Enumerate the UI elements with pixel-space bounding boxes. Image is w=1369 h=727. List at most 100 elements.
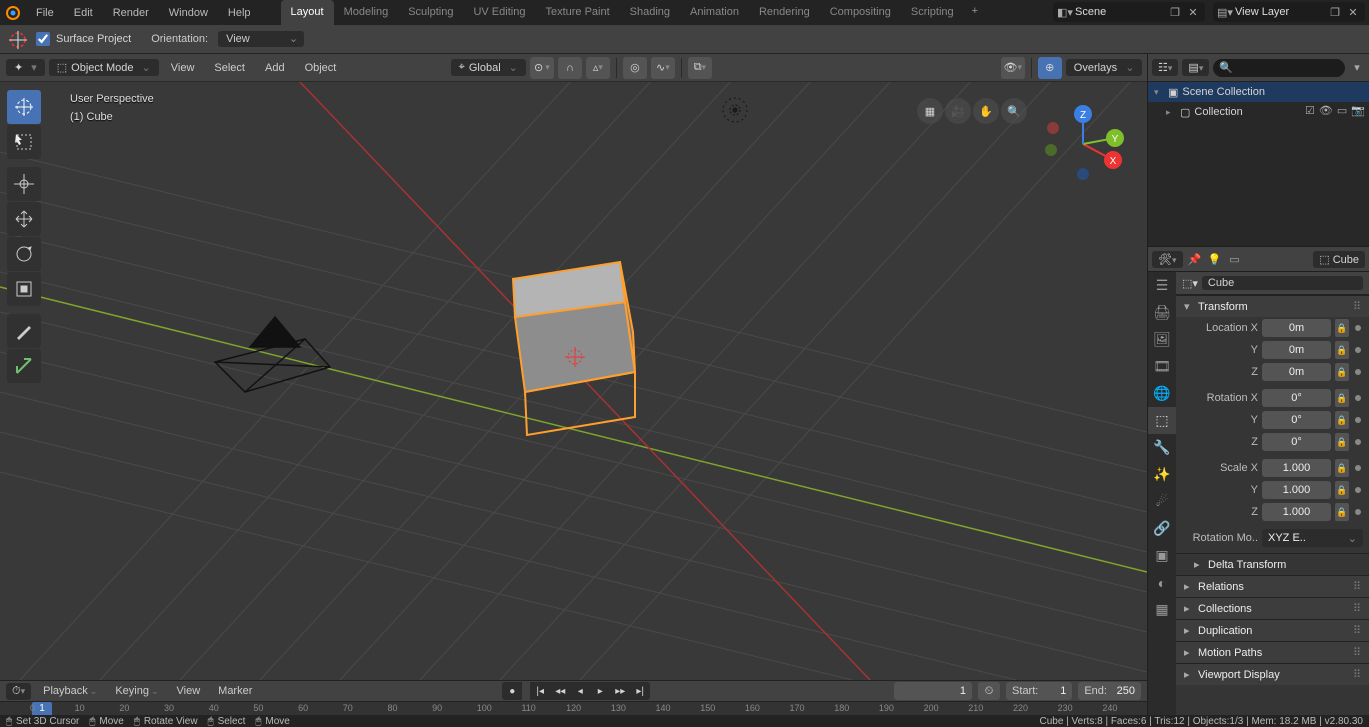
tab-render[interactable]: ☰	[1148, 272, 1176, 299]
rot-x-field[interactable]: 0°	[1262, 389, 1331, 407]
scene-browse-icon[interactable]: ◧▾	[1057, 4, 1073, 20]
current-frame-field[interactable]: 1	[894, 682, 972, 700]
tool-transform[interactable]	[7, 202, 41, 236]
workspace-tab-texpaint[interactable]: Texture Paint	[535, 0, 619, 25]
panel-delta-transform[interactable]: ▸Delta Transform	[1176, 553, 1369, 575]
lock-icon[interactable]: 🔒	[1335, 481, 1349, 499]
scl-y-field[interactable]: 1.000	[1262, 481, 1331, 499]
lock-icon[interactable]: 🔒	[1335, 503, 1349, 521]
prev-key-button[interactable]: ◂◂	[550, 682, 570, 700]
timeline-keying-menu[interactable]: Keying⌄	[109, 683, 164, 699]
exclude-toggle[interactable]: ☑	[1305, 104, 1315, 117]
jump-start-button[interactable]: |◂	[530, 682, 550, 700]
workspace-tab-rendering[interactable]: Rendering	[749, 0, 820, 25]
anim-dot[interactable]	[1355, 347, 1361, 353]
add-menu[interactable]: Add	[257, 59, 293, 77]
panel-duplication[interactable]: ▸Duplication⠿	[1176, 619, 1369, 641]
tool-select-box[interactable]	[7, 125, 41, 159]
menu-render[interactable]: Render	[103, 2, 159, 24]
timeline-editor-dropdown[interactable]: ⏱▾	[6, 683, 31, 700]
add-workspace-button[interactable]: +	[964, 0, 986, 25]
outliner-editor-dropdown[interactable]: ☷▾	[1152, 59, 1178, 76]
tab-viewlayer[interactable]: 🖼	[1148, 326, 1176, 353]
tab-world[interactable]: 🌐	[1148, 380, 1176, 407]
lock-icon[interactable]: 🔒	[1335, 389, 1349, 407]
play-rev-button[interactable]: ◂	[570, 682, 590, 700]
visibility-dropdown[interactable]: 👁▾	[1001, 57, 1025, 79]
delete-viewlayer-button[interactable]: ✕	[1345, 4, 1361, 20]
view-perspective-button[interactable]: 🎥	[945, 98, 971, 124]
snap-dropdown[interactable]: ▵▾	[586, 57, 610, 79]
prop-pin-icon[interactable]: 📌	[1187, 251, 1203, 267]
rotmode-dropdown[interactable]: XYZ E..⌄	[1262, 529, 1363, 547]
tool-measure[interactable]	[7, 349, 41, 383]
object-name-input[interactable]: Cube	[1202, 276, 1363, 290]
timeline-marker-menu[interactable]: Marker	[212, 683, 258, 699]
tool-rotate[interactable]	[7, 237, 41, 271]
select-toggle[interactable]: ▭	[1337, 104, 1347, 117]
panel-viewport-display[interactable]: ▸Viewport Display⠿	[1176, 663, 1369, 685]
viewlayer-selector[interactable]: ▤▾ ❐ ✕	[1213, 2, 1365, 22]
tab-constraints[interactable]: 🔗	[1148, 515, 1176, 542]
orientation-dropdown[interactable]: View	[218, 31, 304, 47]
play-button[interactable]: ▸	[590, 682, 610, 700]
panel-transform[interactable]: ▾Transform⠿	[1176, 295, 1369, 317]
tab-modifiers[interactable]: 🔧	[1148, 434, 1176, 461]
view-menu[interactable]: View	[163, 59, 203, 77]
outliner-display-dropdown[interactable]: ▤▾	[1182, 59, 1209, 76]
outliner-filter-button[interactable]: ▾	[1349, 60, 1365, 76]
viewlayer-browse-icon[interactable]: ▤▾	[1217, 4, 1233, 20]
tool-move[interactable]	[7, 167, 41, 201]
lock-icon[interactable]: 🔒	[1335, 459, 1349, 477]
prop-data-dropdown[interactable]: ⬚ Cube	[1313, 251, 1365, 268]
select-menu[interactable]: Select	[206, 59, 253, 77]
workspace-tab-uv[interactable]: UV Editing	[463, 0, 535, 25]
gizmo-toggle[interactable]: ⊕	[1038, 57, 1062, 79]
tab-particles[interactable]: ✨	[1148, 461, 1176, 488]
overlays-dropdown[interactable]: Overlays⌄	[1066, 59, 1143, 76]
workspace-tab-compositing[interactable]: Compositing	[820, 0, 901, 25]
rot-y-field[interactable]: 0°	[1262, 411, 1331, 429]
lock-icon[interactable]: 🔒	[1335, 363, 1349, 381]
scene-name-input[interactable]	[1075, 6, 1165, 18]
anim-dot[interactable]	[1355, 369, 1361, 375]
properties-editor-dropdown[interactable]: 🛠▾	[1152, 251, 1183, 268]
tab-scene[interactable]: 🎞	[1148, 353, 1176, 380]
anim-dot[interactable]	[1355, 509, 1361, 515]
proportional-toggle[interactable]: ◎	[623, 57, 647, 79]
tab-material[interactable]: ◐	[1148, 569, 1176, 596]
viewlayer-name-input[interactable]	[1235, 6, 1325, 18]
anim-dot[interactable]	[1355, 395, 1361, 401]
jump-end-button[interactable]: ▸|	[630, 682, 650, 700]
scl-x-field[interactable]: 1.000	[1262, 459, 1331, 477]
start-frame-field[interactable]: Start:1	[1006, 682, 1072, 700]
loc-x-field[interactable]: 0m	[1262, 319, 1331, 337]
mode-dropdown[interactable]: ⬚ Object Mode ⌄	[49, 59, 159, 76]
tab-object[interactable]: ⬚	[1148, 407, 1176, 434]
loc-y-field[interactable]: 0m	[1262, 341, 1331, 359]
prop-misc-icon[interactable]: ▭	[1227, 251, 1243, 267]
anim-dot[interactable]	[1355, 465, 1361, 471]
instancing-dropdown[interactable]: ⧉▾	[688, 57, 712, 79]
menu-edit[interactable]: Edit	[64, 2, 103, 24]
3d-viewport[interactable]: User Perspective (1) Cube ▦ 🎥 ✋ 🔍 Z Y X	[0, 82, 1147, 680]
hide-toggle[interactable]: 👁	[1319, 104, 1333, 117]
tool-scale[interactable]	[7, 272, 41, 306]
lock-icon[interactable]: 🔒	[1335, 341, 1349, 359]
tool-annotate[interactable]	[7, 314, 41, 348]
tool-cursor[interactable]	[7, 90, 41, 124]
outliner[interactable]: ▾▣ Scene Collection ▸▢ Collection ☑ 👁 ▭ …	[1148, 82, 1369, 246]
menu-file[interactable]: File	[26, 2, 64, 24]
workspace-tab-scripting[interactable]: Scripting	[901, 0, 964, 25]
outliner-search-input[interactable]: 🔍	[1213, 59, 1345, 77]
transform-orientation-dropdown[interactable]: ⌖Global⌄	[451, 59, 526, 76]
workspace-tab-sculpting[interactable]: Sculpting	[398, 0, 463, 25]
new-viewlayer-button[interactable]: ❐	[1327, 4, 1343, 20]
panel-motion-paths[interactable]: ▸Motion Paths⠿	[1176, 641, 1369, 663]
snap-toggle[interactable]: ∩	[558, 57, 582, 79]
pivot-dropdown[interactable]: ⊙▾	[530, 57, 554, 79]
autokey-toggle[interactable]: ●	[502, 682, 522, 700]
timeline-playback-menu[interactable]: Playback⌄	[37, 683, 103, 699]
view-camera-button[interactable]: ▦	[917, 98, 943, 124]
lock-icon[interactable]: 🔒	[1335, 319, 1349, 337]
